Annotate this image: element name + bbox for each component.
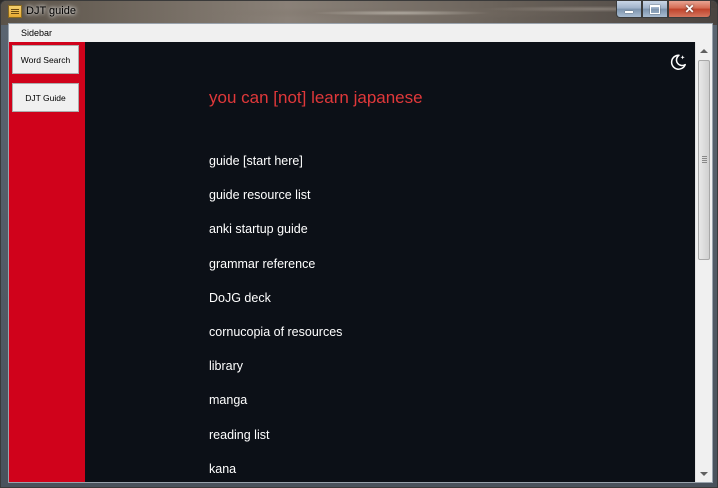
link-cornucopia-of-resources[interactable]: cornucopia of resources [209, 325, 342, 359]
moon-icon [670, 54, 686, 70]
window-title: DJT guide [26, 5, 76, 17]
scroll-down-button[interactable] [696, 465, 712, 482]
link-anki-startup-guide[interactable]: anki startup guide [209, 222, 342, 256]
sidebar: Word Search DJT Guide [9, 42, 85, 482]
close-icon: ✕ [684, 2, 695, 16]
link-guide-start[interactable]: guide [start here] [209, 154, 342, 188]
guide-link-list: guide [start here] guide resource list a… [209, 154, 342, 482]
link-library[interactable]: library [209, 359, 342, 393]
word-search-button[interactable]: Word Search [12, 45, 79, 74]
link-guide-resource-list[interactable]: guide resource list [209, 188, 342, 222]
main-content: you can [not] learn japanese guide [star… [85, 42, 696, 482]
app-window: DJT guide ✕ Sidebar Word Search DJT Guid… [0, 0, 718, 488]
grip-icon [702, 156, 707, 157]
menu-item-sidebar[interactable]: Sidebar [15, 24, 58, 42]
djt-guide-button[interactable]: DJT Guide [12, 83, 79, 112]
scroll-up-button[interactable] [696, 42, 712, 59]
maximize-icon [650, 4, 660, 14]
arrow-up-icon [700, 48, 708, 53]
arrow-down-icon [700, 471, 708, 476]
title-bar[interactable]: DJT guide ✕ [1, 1, 717, 23]
app-window-icon [8, 5, 22, 18]
client-area: Sidebar Word Search DJT Guide you can [n… [8, 23, 713, 483]
close-button[interactable]: ✕ [668, 1, 711, 18]
menu-bar: Sidebar [9, 24, 712, 42]
link-grammar-reference[interactable]: grammar reference [209, 257, 342, 291]
minimize-button[interactable] [616, 1, 642, 18]
link-dojg-deck[interactable]: DoJG deck [209, 291, 342, 325]
link-kana[interactable]: kana [209, 462, 342, 482]
link-reading-list[interactable]: reading list [209, 428, 342, 462]
theme-toggle-button[interactable] [668, 52, 688, 72]
page-title: you can [not] learn japanese [209, 88, 423, 107]
window-controls: ✕ [616, 1, 711, 19]
link-manga[interactable]: manga [209, 393, 342, 427]
maximize-button[interactable] [642, 1, 668, 18]
minimize-icon [625, 11, 633, 13]
scrollbar-thumb[interactable] [698, 60, 710, 260]
vertical-scrollbar[interactable] [695, 42, 712, 482]
